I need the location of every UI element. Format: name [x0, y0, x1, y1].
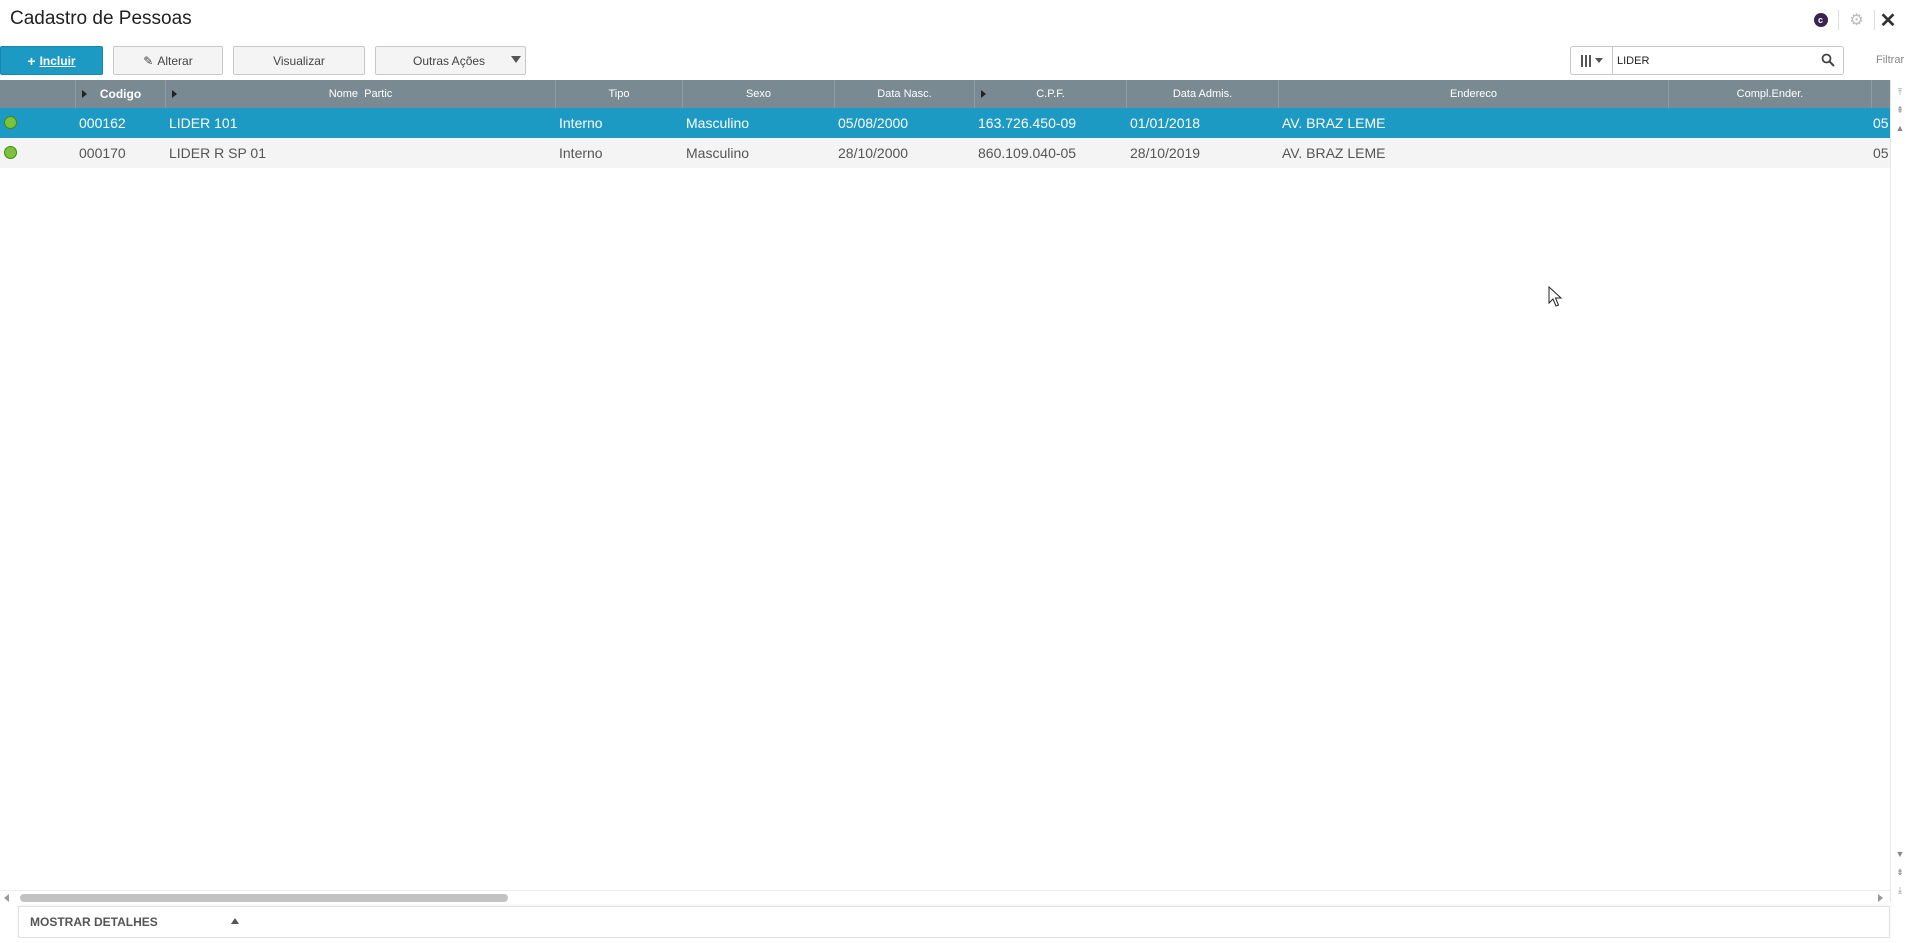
status-active-icon: [4, 146, 17, 159]
filter-link[interactable]: Filtrar: [1876, 54, 1904, 66]
grid-header: Codigo Nome Partic Tipo Sexo Data Nasc. …: [0, 80, 1890, 108]
cell-cpf: 860.109.040-05: [978, 145, 1077, 161]
column-header-nome-label: Nome Partic: [328, 88, 393, 100]
horizontal-scroll-thumb[interactable]: [20, 894, 508, 902]
plus-icon: +: [27, 52, 36, 69]
column-header-sexo[interactable]: Sexo: [683, 80, 835, 108]
scroll-down-icon[interactable]: ▼: [1895, 848, 1905, 860]
cell-tipo: Interno: [559, 145, 603, 161]
column-header-cpf[interactable]: C.P.F.: [975, 80, 1127, 108]
sort-indicator-icon: [172, 90, 177, 98]
show-details-label: MOSTRAR DETALHES: [30, 915, 158, 929]
view-button[interactable]: Visualizar: [233, 46, 365, 75]
chevron-up-icon: [231, 918, 239, 924]
action-toolbar: + Incluir ✎ Alterar Visualizar Outras Aç…: [0, 46, 1909, 76]
table-row[interactable]: 000170 LIDER R SP 01 Interno Masculino 2…: [0, 138, 1890, 168]
column-header-cpf-label: C.P.F.: [1036, 88, 1065, 100]
cell-sexo: Masculino: [686, 145, 750, 161]
column-header-overflow: [1872, 80, 1890, 108]
title-bar: Cadastro de Pessoas c ⚙ ✕: [0, 0, 1909, 38]
column-header-endereco[interactable]: Endereco: [1279, 80, 1669, 108]
horizontal-scrollbar[interactable]: [0, 890, 1890, 904]
gear-icon: ⚙: [1849, 12, 1864, 29]
sort-indicator-icon: [981, 90, 986, 98]
scroll-page-down-icon[interactable]: ⇟: [1895, 866, 1905, 878]
other-actions-label: Outras Ações: [413, 53, 486, 68]
cell-endereco: AV. BRAZ LEME: [1282, 145, 1386, 161]
cell-data-admis: 01/01/2018: [1130, 115, 1201, 131]
cell-nome: LIDER R SP 01: [169, 145, 267, 161]
column-selector[interactable]: [1571, 47, 1613, 74]
cell-sexo: Masculino: [686, 115, 750, 131]
column-header-nome[interactable]: Nome Partic: [166, 80, 556, 108]
scroll-top-icon[interactable]: ⤒: [1895, 86, 1905, 98]
cell-nome: LIDER 101: [169, 115, 238, 131]
column-header-codigo[interactable]: Codigo: [76, 80, 166, 108]
settings-button[interactable]: ⚙: [1839, 10, 1875, 30]
close-icon: ✕: [1879, 9, 1897, 32]
column-header-codigo-label: Codigo: [99, 87, 142, 101]
people-grid: Codigo Nome Partic Tipo Sexo Data Nasc. …: [0, 80, 1890, 890]
mouse-cursor-icon: [1548, 286, 1563, 307]
search-icon[interactable]: [1821, 53, 1835, 67]
cell-tipo: Interno: [559, 115, 603, 131]
column-header-compl-ender[interactable]: Compl.Ender.: [1669, 80, 1872, 108]
pencil-icon: ✎: [143, 53, 154, 68]
columns-icon: [1580, 54, 1591, 67]
include-button[interactable]: + Incluir: [0, 46, 103, 75]
alter-button[interactable]: ✎ Alterar: [113, 46, 223, 75]
cell-codigo: 000170: [79, 145, 126, 161]
alter-button-label: Alterar: [157, 53, 193, 68]
sort-indicator-icon: [82, 90, 87, 98]
scroll-left-icon[interactable]: [4, 894, 9, 902]
view-button-label: Visualizar: [273, 53, 325, 68]
scroll-up-icon[interactable]: ▲: [1895, 122, 1905, 134]
details-panel-toggle[interactable]: MOSTRAR DETALHES: [18, 906, 1890, 938]
cell-endereco: AV. BRAZ LEME: [1282, 115, 1386, 131]
search-input[interactable]: [1617, 52, 1817, 70]
cell-data-nasc: 28/10/2000: [838, 145, 909, 161]
window-controls: c ⚙ ✕: [1803, 9, 1901, 32]
cell-overflow: 05: [1873, 145, 1889, 161]
page-title: Cadastro de Pessoas: [10, 8, 192, 29]
column-header-tipo[interactable]: Tipo: [556, 80, 683, 108]
chevron-down-icon: [511, 56, 521, 63]
status-active-icon: [4, 116, 17, 129]
column-header-data-admis[interactable]: Data Admis.: [1127, 80, 1279, 108]
cell-codigo: 000162: [79, 115, 126, 131]
scroll-bottom-icon[interactable]: ⤓: [1895, 884, 1905, 896]
chevron-down-icon: [1594, 58, 1603, 63]
table-row[interactable]: 000162 LIDER 101 Interno Masculino 05/08…: [0, 108, 1890, 138]
other-actions-button[interactable]: Outras Ações: [375, 46, 526, 75]
column-header-status[interactable]: [0, 80, 76, 108]
scroll-page-up-icon[interactable]: ⇞: [1895, 104, 1905, 116]
include-button-label: Incluir: [39, 53, 76, 68]
cell-cpf: 163.726.450-09: [978, 115, 1077, 131]
close-button[interactable]: ✕: [1875, 9, 1901, 32]
cell-data-nasc: 05/08/2000: [838, 115, 909, 131]
user-badge-icon: c: [1813, 13, 1828, 27]
cell-overflow: 05: [1873, 115, 1889, 131]
cell-data-admis: 28/10/2019: [1130, 145, 1201, 161]
search-box: [1570, 46, 1844, 75]
scroll-right-icon[interactable]: [1878, 894, 1883, 902]
vertical-scrollbar[interactable]: ⤒ ⇞ ▲ ▼ ⇟ ⤓: [1890, 80, 1909, 902]
column-header-data-nasc[interactable]: Data Nasc.: [835, 80, 975, 108]
user-badge[interactable]: c: [1803, 10, 1839, 30]
